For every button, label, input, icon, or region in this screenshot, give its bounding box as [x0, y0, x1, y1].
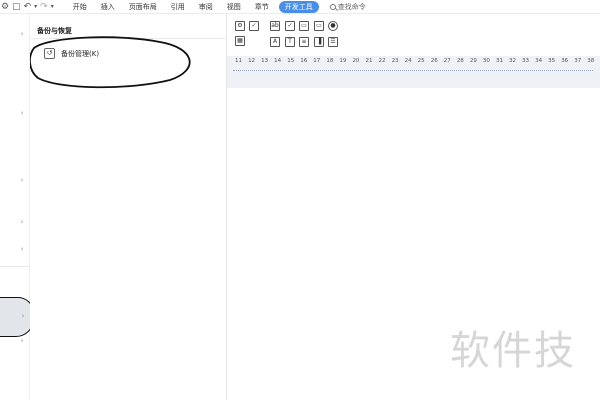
- ruler-tick-label: 33: [522, 58, 530, 64]
- scrollbar-control-icon[interactable]: ▐: [314, 37, 324, 47]
- chevron-right-icon[interactable]: ›: [18, 218, 26, 226]
- check-control-icon[interactable]: ✓: [285, 21, 295, 31]
- ruler-tick-label: 28: [456, 58, 464, 64]
- checkbox-control-icon[interactable]: ✓: [249, 21, 259, 31]
- undo-icon: ↺: [44, 48, 55, 59]
- undo-dropdown-icon[interactable]: ▾: [34, 1, 37, 13]
- ruler-tick-label: 16: [300, 58, 308, 64]
- backup-management-label: 备份管理(K): [61, 49, 100, 58]
- ruler-tick-label: 18: [326, 58, 334, 64]
- ruler-tick-label: 20: [352, 58, 360, 64]
- command-search-label: 查找命令: [337, 2, 366, 11]
- tab-home[interactable]: 开始: [66, 1, 94, 13]
- ruler-tick-label: 24: [404, 58, 412, 64]
- tab-page-layout[interactable]: 页面布局: [122, 1, 164, 13]
- ruler-tick-label: 31: [495, 58, 503, 64]
- ruler-tick-label: 32: [509, 58, 516, 64]
- ruler-tick-label: 17: [313, 58, 321, 64]
- ruler-tick-label: 21: [365, 58, 373, 64]
- ruler-tick-label: 25: [417, 58, 425, 64]
- ruler-tick-label: 38: [587, 58, 595, 64]
- ruler-numbers: 11 12 13 14 15 16 17 18 19 20 21 22 23 2…: [232, 58, 597, 64]
- rail-divider: [0, 266, 30, 267]
- ruler-tick-label: 37: [574, 58, 582, 64]
- ruler-tick-label: 35: [548, 58, 556, 64]
- tab-references[interactable]: 引用: [164, 1, 192, 13]
- left-rail: › › › › › › ›: [0, 14, 34, 400]
- chevron-right-icon[interactable]: ›: [18, 176, 26, 184]
- ruler-tick-label: 27: [443, 58, 451, 64]
- ruler-tick-label: 36: [561, 58, 569, 64]
- watermark: 软件技: [450, 328, 576, 374]
- ruler-tick-label: 26: [430, 58, 438, 64]
- chevron-right-icon[interactable]: ›: [18, 109, 26, 117]
- annotation-circle: [30, 36, 191, 89]
- ruler-guides: [233, 70, 593, 71]
- chevron-right-icon[interactable]: ›: [18, 245, 26, 253]
- ruler-tick-label: 23: [391, 58, 399, 64]
- label-control-icon[interactable]: A: [270, 37, 280, 47]
- ruler-tick-label: 11: [235, 58, 243, 64]
- rail-item-selected[interactable]: ›: [0, 297, 34, 337]
- text-control-icon[interactable]: ab: [270, 21, 280, 31]
- redo-icon[interactable]: ↷: [40, 1, 48, 13]
- ribbon-tabs: 开始 插入 页面布局 引用 审阅 视图 章节 开发工具: [66, 0, 322, 13]
- ruler-tick-label: 13: [261, 58, 269, 64]
- ruler-tick-label: 29: [469, 58, 477, 64]
- backup-management-item[interactable]: ↺ 备份管理(K): [44, 48, 99, 59]
- tab-review[interactable]: 审阅: [192, 1, 220, 13]
- chevron-right-icon: ›: [21, 312, 25, 320]
- com-addins-icon[interactable]: ▦: [235, 36, 245, 46]
- quick-access-toolbar: ⚙ ▢ ↶ ▾ ↷ ▾: [0, 1, 54, 13]
- frame-control-icon[interactable]: ▭: [299, 21, 309, 31]
- tab-insert[interactable]: 插入: [94, 1, 122, 13]
- radio-control-icon[interactable]: ●: [328, 21, 338, 31]
- panel-divider: [30, 38, 227, 39]
- undo-icon[interactable]: ↶: [24, 1, 32, 13]
- doc-icon[interactable]: ▢: [12, 1, 21, 13]
- ruler-tick-label: 12: [248, 58, 256, 64]
- command-search[interactable]: 查找命令: [329, 2, 366, 12]
- chevron-right-icon[interactable]: ›: [18, 30, 26, 38]
- listbox-control-icon[interactable]: ☰: [328, 37, 338, 47]
- more-dropdown-icon[interactable]: ▾: [51, 1, 54, 13]
- tab-developer-tools[interactable]: 开发工具: [278, 0, 319, 13]
- spin-control-icon[interactable]: ≡: [299, 37, 309, 47]
- search-icon: [329, 3, 336, 10]
- chevron-right-icon[interactable]: ›: [18, 337, 26, 345]
- ruler-tick-label: 30: [482, 58, 490, 64]
- horizontal-ruler: 11 12 13 14 15 16 17 18 19 20 21 22 23 2…: [227, 56, 600, 88]
- textbox-control-icon[interactable]: T: [285, 37, 295, 47]
- developer-toolbar: ⚙ ✓ ▦ ab ✓ ▭ ▭ ● A T ≡ ▐ ☰: [227, 14, 600, 56]
- ruler-tick-label: 22: [378, 58, 386, 64]
- tab-sections[interactable]: 章节: [248, 1, 276, 13]
- ribbon-bar: ⚙ ▢ ↶ ▾ ↷ ▾ 开始 插入 页面布局 引用 审阅 视图 章节 开发工具 …: [0, 0, 600, 14]
- backup-restore-panel: 备份与恢复 ↺ 备份管理(K): [30, 14, 227, 400]
- panel-title: 备份与恢复: [37, 27, 72, 35]
- tab-view[interactable]: 视图: [220, 1, 248, 13]
- macro-security-icon[interactable]: ⚙: [235, 21, 245, 31]
- ruler-tick-label: 19: [339, 58, 347, 64]
- ruler-tick-label: 15: [287, 58, 295, 64]
- ruler-tick-label: 34: [535, 58, 543, 64]
- settings-icon[interactable]: ⚙: [1, 1, 9, 13]
- window-control-icon[interactable]: ▭: [314, 21, 324, 31]
- ruler-tick-label: 14: [274, 58, 282, 64]
